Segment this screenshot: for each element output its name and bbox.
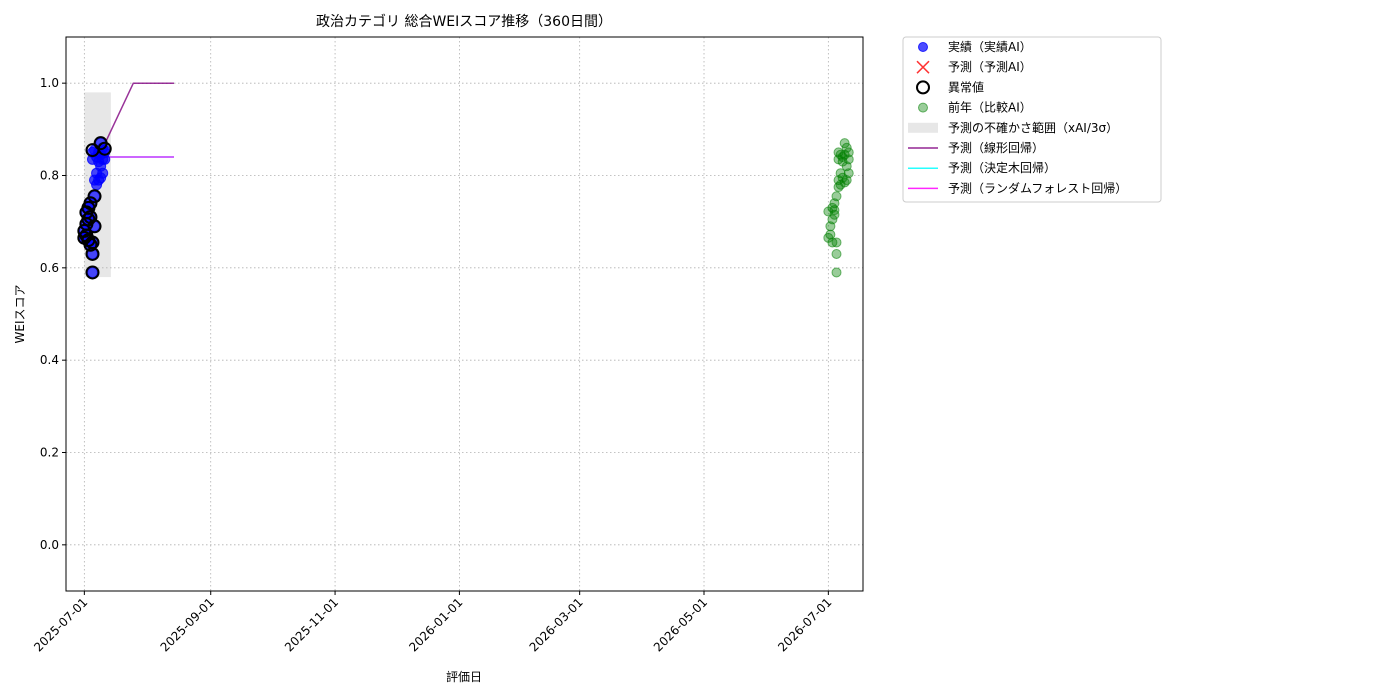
x-tick-label: 2026-01-01: [406, 595, 465, 654]
x-tick-label: 2026-05-01: [651, 595, 710, 654]
previous-year-point: [843, 168, 854, 179]
y-axis-ticks: 0.0 0.2 0.4 0.6 0.8 1.0: [40, 76, 66, 552]
y-tick-label: 0.2: [40, 446, 59, 460]
previous-year-point: [831, 237, 842, 248]
y-tick-label: 0.8: [40, 169, 59, 183]
previous-year-point: [831, 267, 842, 278]
actual-point: [99, 153, 111, 165]
plot-grid: [66, 37, 863, 591]
legend-label: 予測（予測AI）: [948, 60, 1032, 74]
legend-swatch-band: [908, 122, 938, 133]
previous-year-point: [831, 191, 842, 202]
legend: 実績（実績AI） 予測（予測AI） 異常値前年（比較AI） 予測の不確かさ範囲（xAI…: [902, 36, 1162, 203]
legend-label: 予測（線形回帰）: [948, 140, 1044, 155]
x-axis-label: 評価日: [446, 669, 482, 684]
wei-score-chart: 政治カテゴリ 総合WEIスコア推移（360日間） 0.0 0.2 0.4 0.6 0.8…: [13, 13, 1162, 684]
x-axis-ticks: 2025-07-01 2025-09-01 2025-11-01 2026-01-01…: [31, 591, 834, 654]
actual-point: [97, 167, 109, 179]
y-tick-label: 1.0: [40, 76, 59, 90]
actual-point: [86, 266, 98, 278]
y-tick-label: 0.0: [40, 538, 59, 552]
x-tick-label: 2026-03-01: [527, 595, 586, 654]
x-tick-label: 2025-11-01: [282, 595, 341, 654]
legend-label: 予測の不確かさ範囲（xAI/3σ）: [948, 120, 1118, 135]
legend-swatch-actual: [918, 42, 928, 52]
legend-label: 実績（実績AI）: [948, 39, 1032, 54]
y-axis-label: WEIスコア: [13, 285, 27, 344]
legend-label: 予測（ランダムフォレスト回帰）: [948, 180, 1127, 195]
previous-year-point: [831, 248, 842, 259]
x-tick-label: 2025-09-01: [158, 595, 217, 654]
legend-label: 前年（比較AI）: [948, 100, 1032, 115]
previous-year-point: [843, 154, 854, 165]
legend-label: 異常値: [948, 79, 984, 94]
legend-frame: [902, 36, 1162, 203]
legend-label: 予測（決定木回帰）: [948, 160, 1056, 175]
chart-title: 政治カテゴリ 総合WEIスコア推移（360日間）: [316, 13, 612, 30]
x-tick-label: 2025-07-01: [31, 595, 90, 654]
y-tick-label: 0.6: [40, 261, 59, 275]
y-tick-label: 0.4: [40, 353, 59, 367]
marker-layer: [77, 136, 854, 280]
previous-year-point: [829, 205, 840, 216]
plot-frame: [65, 36, 864, 592]
legend-swatch-previous: [918, 102, 928, 113]
x-tick-label: 2026-07-01: [775, 595, 834, 654]
